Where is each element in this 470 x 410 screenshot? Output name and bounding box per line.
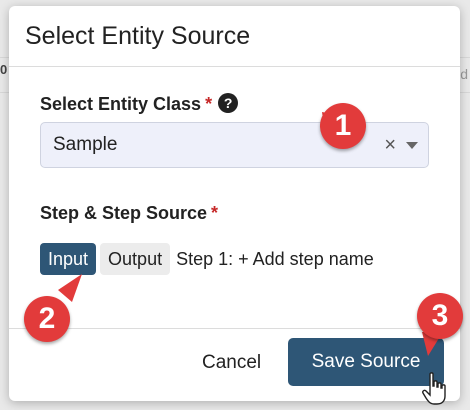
entity-class-label-text: Select Entity Class — [40, 94, 202, 114]
required-mark: * — [205, 94, 213, 114]
modal-header: Select Entity Source — [9, 6, 460, 67]
entity-class-label: Select Entity Class *? — [40, 93, 239, 115]
annotation-marker-2: 2 — [24, 296, 70, 342]
input-toggle-button[interactable]: Input — [40, 243, 97, 275]
footer-divider — [9, 328, 460, 329]
annotation-marker-1: 1 — [320, 103, 366, 149]
modal-title: Select Entity Source — [25, 21, 251, 50]
select-entity-source-modal: Select Entity Source Select Entity Class… — [9, 6, 460, 401]
annotation-marker-3: 3 — [417, 293, 463, 339]
question-circle-icon[interactable]: ? — [218, 93, 239, 113]
add-step-name-link[interactable]: Step 1: + Add step name — [176, 249, 374, 270]
entity-class-select[interactable]: Sample × — [40, 122, 429, 168]
save-source-button-label: Save Source — [311, 351, 421, 372]
hand-cursor-icon — [422, 372, 446, 405]
required-mark: * — [211, 203, 219, 223]
cancel-button[interactable]: Cancel — [202, 352, 261, 374]
step-source-label: Step & Step Source * — [40, 203, 218, 224]
step-source-label-text: Step & Step Source — [40, 203, 208, 223]
output-toggle-button[interactable]: Output — [100, 243, 171, 275]
background-text-left: 0 — [0, 62, 8, 77]
clear-icon[interactable]: × — [384, 134, 396, 157]
step-source-row: Input Output Step 1: + Add step name — [40, 243, 374, 275]
chevron-down-icon[interactable] — [406, 141, 418, 149]
